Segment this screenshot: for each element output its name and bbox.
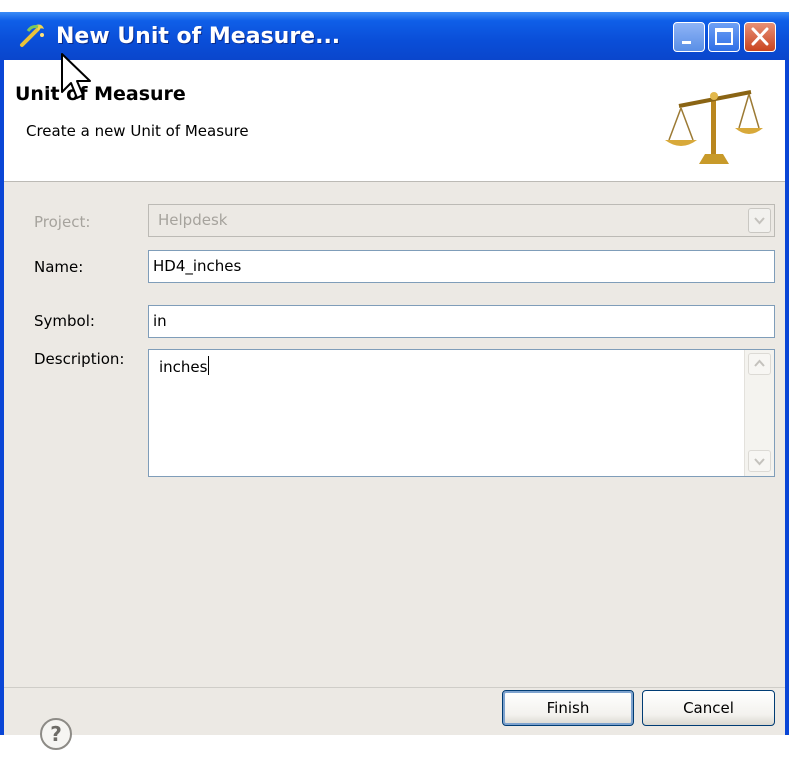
app-wand-icon <box>20 24 44 47</box>
balance-scale-icon <box>665 90 763 164</box>
description-field[interactable]: inches <box>148 349 775 477</box>
symbol-label: Symbol: <box>34 312 95 330</box>
close-button[interactable] <box>744 22 776 52</box>
project-label: Project: <box>34 213 91 231</box>
text-caret <box>208 356 210 375</box>
chevron-up-icon <box>754 359 765 367</box>
name-label: Name: <box>34 258 84 276</box>
cancel-button[interactable]: Cancel <box>642 690 775 726</box>
maximize-button[interactable] <box>708 22 740 52</box>
finish-button[interactable]: Finish <box>502 690 634 726</box>
wizard-banner: Unit of Measure Create a new Unit of Mea… <box>4 60 785 182</box>
description-label: Description: <box>34 350 125 368</box>
description-text: inches <box>159 356 210 376</box>
footer-separator <box>4 687 785 688</box>
mouse-pointer-icon <box>61 53 91 99</box>
minimize-icon <box>682 41 691 44</box>
help-question-icon[interactable]: ? <box>39 717 73 751</box>
chevron-down-icon <box>754 217 765 225</box>
dialog-window: New Unit of Measure... Unit of Measure C… <box>0 12 789 750</box>
close-icon <box>751 27 769 46</box>
scroll-up-button[interactable] <box>748 353 771 375</box>
minimize-button[interactable] <box>673 22 705 52</box>
svg-text:?: ? <box>50 722 62 746</box>
dialog-body: Unit of Measure Create a new Unit of Mea… <box>4 60 785 750</box>
banner-title: Unit of Measure <box>15 83 186 105</box>
maximize-icon <box>715 28 733 45</box>
name-field[interactable]: HD4_inches <box>148 250 775 283</box>
scroll-down-button[interactable] <box>748 450 771 472</box>
chevron-down-icon <box>754 458 765 466</box>
window-title: New Unit of Measure... <box>56 24 341 49</box>
description-scrollbar[interactable] <box>744 350 774 476</box>
project-combo-button <box>748 208 771 233</box>
project-combo-value: Helpdesk <box>158 211 228 229</box>
project-combo: Helpdesk <box>148 204 775 237</box>
title-bar[interactable]: New Unit of Measure... <box>0 12 789 60</box>
symbol-field[interactable]: in <box>148 305 775 338</box>
banner-description: Create a new Unit of Measure <box>26 122 249 140</box>
